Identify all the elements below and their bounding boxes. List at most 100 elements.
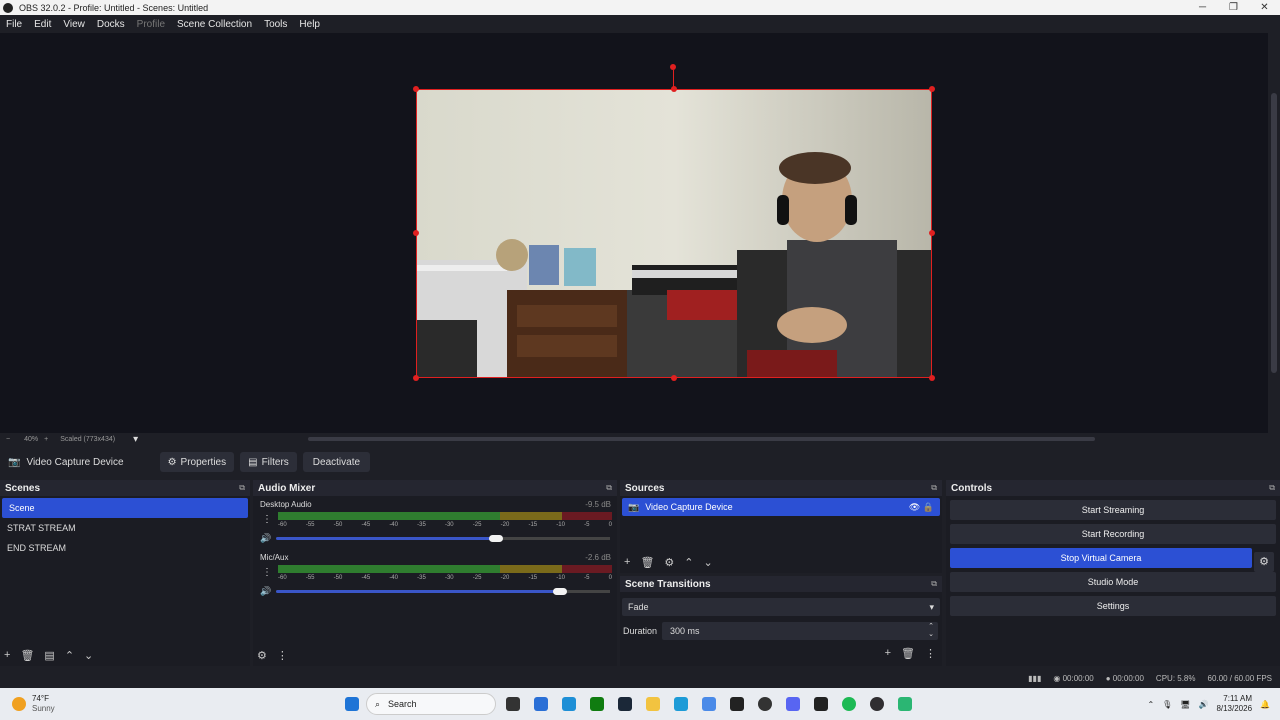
menu-docks[interactable]: Docks (91, 19, 131, 30)
add-icon[interactable]: + (624, 556, 630, 569)
properties-button[interactable]: ⚙ Properties (159, 452, 235, 472)
transition-select[interactable]: Fade ▾ (622, 598, 940, 616)
weather-widget[interactable]: 74°F Sunny (12, 694, 55, 714)
resize-handle-r[interactable] (929, 230, 935, 236)
duration-spinbox[interactable]: 300 ms ⌃ ⌄ (662, 622, 938, 640)
kebab-menu-icon[interactable]: ⋮ (277, 649, 288, 662)
clock[interactable]: 7:11 AM 8/13/2026 (1216, 694, 1252, 714)
gear-icon[interactable]: ⚙ (1254, 552, 1274, 572)
scene-item[interactable]: STRAT STREAM (0, 518, 250, 538)
undock-icon[interactable]: ⧉ (931, 483, 937, 493)
close-button[interactable]: ✕ (1249, 0, 1280, 15)
volume-slider-track[interactable] (496, 537, 610, 540)
app-icon[interactable] (534, 697, 548, 711)
stop-virtual-camera-button[interactable]: Stop Virtual Camera (950, 548, 1252, 568)
maximize-button[interactable]: ❐ (1218, 0, 1249, 15)
eye-icon[interactable]: 👁 (909, 502, 920, 512)
epic-games-icon[interactable] (730, 697, 744, 711)
obs-active-icon[interactable] (870, 697, 884, 711)
resize-handle-br[interactable] (929, 375, 935, 381)
video-capture-preview[interactable] (416, 89, 932, 378)
store-icon[interactable] (562, 697, 576, 711)
start-streaming-button[interactable]: Start Streaming (950, 500, 1276, 520)
trash-icon[interactable]: 🗑 (901, 647, 915, 660)
add-icon[interactable]: + (885, 647, 891, 660)
add-icon[interactable]: + (4, 649, 10, 662)
spotify-icon[interactable] (842, 697, 856, 711)
start-recording-button[interactable]: Start Recording (950, 524, 1276, 544)
menu-edit[interactable]: Edit (28, 19, 57, 30)
menu-help[interactable]: Help (293, 19, 326, 30)
preview-horizontal-scrollbar[interactable] (308, 437, 1095, 441)
resize-handle-tr[interactable] (929, 86, 935, 92)
lock-icon[interactable]: 🔒 (923, 502, 934, 512)
resize-handle-tl[interactable] (413, 86, 419, 92)
windows-start-icon[interactable] (345, 697, 359, 711)
undock-icon[interactable]: ⧉ (606, 483, 612, 493)
chevron-up-icon[interactable]: ⌃ (684, 556, 693, 569)
obs-taskbar-icon[interactable] (758, 697, 772, 711)
chrome-icon[interactable] (702, 697, 716, 711)
deactivate-button[interactable]: Deactivate (302, 452, 371, 472)
properties-label: Properties (180, 456, 227, 468)
discord-icon[interactable] (786, 697, 800, 711)
folder-icon[interactable] (646, 697, 660, 711)
menu-scene-collection[interactable]: Scene Collection (171, 19, 258, 30)
steam-icon[interactable] (618, 697, 632, 711)
chevron-down-icon[interactable]: ⌄ (84, 649, 93, 662)
chevron-down-icon[interactable]: ⌄ (704, 556, 713, 569)
gear-icon[interactable]: ⚙ (664, 556, 674, 569)
rotation-handle[interactable] (670, 64, 676, 70)
studio-mode-button[interactable]: Studio Mode (950, 572, 1276, 592)
speaker-icon[interactable]: 🔊 (260, 586, 271, 597)
file-explorer-icon[interactable] (506, 697, 520, 711)
filters-button[interactable]: ▤ Filters (240, 452, 297, 472)
clock-time: 7:11 AM (1223, 694, 1253, 703)
kebab-menu-icon[interactable]: ⋮ (262, 514, 272, 525)
network-icon[interactable]: 🖥 (1180, 700, 1190, 709)
volume-slider-track[interactable] (560, 590, 610, 593)
advanced-audio-icon[interactable]: ⚙ (257, 649, 267, 662)
chevron-up-icon[interactable]: ⌃ (1147, 700, 1154, 709)
microphone-icon[interactable]: 🎙 (1162, 700, 1172, 709)
app-icon[interactable] (898, 697, 912, 711)
zoom-out-button[interactable]: − (6, 436, 10, 443)
notification-icon[interactable]: 🔔 (1260, 700, 1270, 709)
scene-item[interactable]: END STREAM (0, 538, 250, 558)
resize-handle-b[interactable] (671, 375, 677, 381)
resize-handle-l[interactable] (413, 230, 419, 236)
volume-slider[interactable] (276, 590, 560, 593)
terminal-icon[interactable] (814, 697, 828, 711)
kebab-menu-icon[interactable]: ⋮ (925, 647, 936, 660)
resize-handle-t[interactable] (671, 86, 677, 92)
preview-vertical-scrollbar[interactable] (1268, 33, 1280, 433)
zoom-in-button[interactable]: + (44, 436, 48, 443)
chevron-up-icon[interactable]: ⌃ (65, 649, 74, 662)
volume-icon[interactable]: 🔊 (1198, 700, 1208, 709)
speaker-icon[interactable]: 🔊 (260, 533, 271, 544)
trash-icon[interactable]: 🗑 (20, 649, 34, 662)
source-item[interactable]: 📷 Video Capture Device 👁 🔒 (622, 498, 940, 516)
minimize-button[interactable]: ─ (1187, 0, 1218, 15)
settings-button[interactable]: Settings (950, 596, 1276, 616)
resize-handle-bl[interactable] (413, 375, 419, 381)
menu-profile[interactable]: Profile (131, 19, 171, 30)
volume-slider[interactable] (276, 537, 496, 540)
menu-view[interactable]: View (57, 19, 91, 30)
spin-icon[interactable]: ⌃ ⌄ (928, 623, 934, 639)
volume-slider-knob[interactable] (489, 535, 503, 542)
trash-icon[interactable]: 🗑 (640, 556, 654, 569)
filter-icon[interactable]: ▤ (44, 649, 54, 662)
undock-icon[interactable]: ⧉ (931, 579, 937, 589)
xbox-icon[interactable] (590, 697, 604, 711)
volume-slider-knob[interactable] (553, 588, 567, 595)
undock-icon[interactable]: ⧉ (239, 483, 245, 493)
edge-icon[interactable] (674, 697, 688, 711)
menu-file[interactable]: File (0, 19, 28, 30)
scene-item[interactable]: Scene (2, 498, 248, 518)
kebab-menu-icon[interactable]: ⋮ (262, 567, 272, 578)
menu-tools[interactable]: Tools (258, 19, 293, 30)
taskbar-search[interactable]: ⌕ Search (366, 693, 496, 715)
undock-icon[interactable]: ⧉ (1269, 483, 1275, 493)
scale-dropdown-icon[interactable]: ▾ (133, 434, 138, 445)
